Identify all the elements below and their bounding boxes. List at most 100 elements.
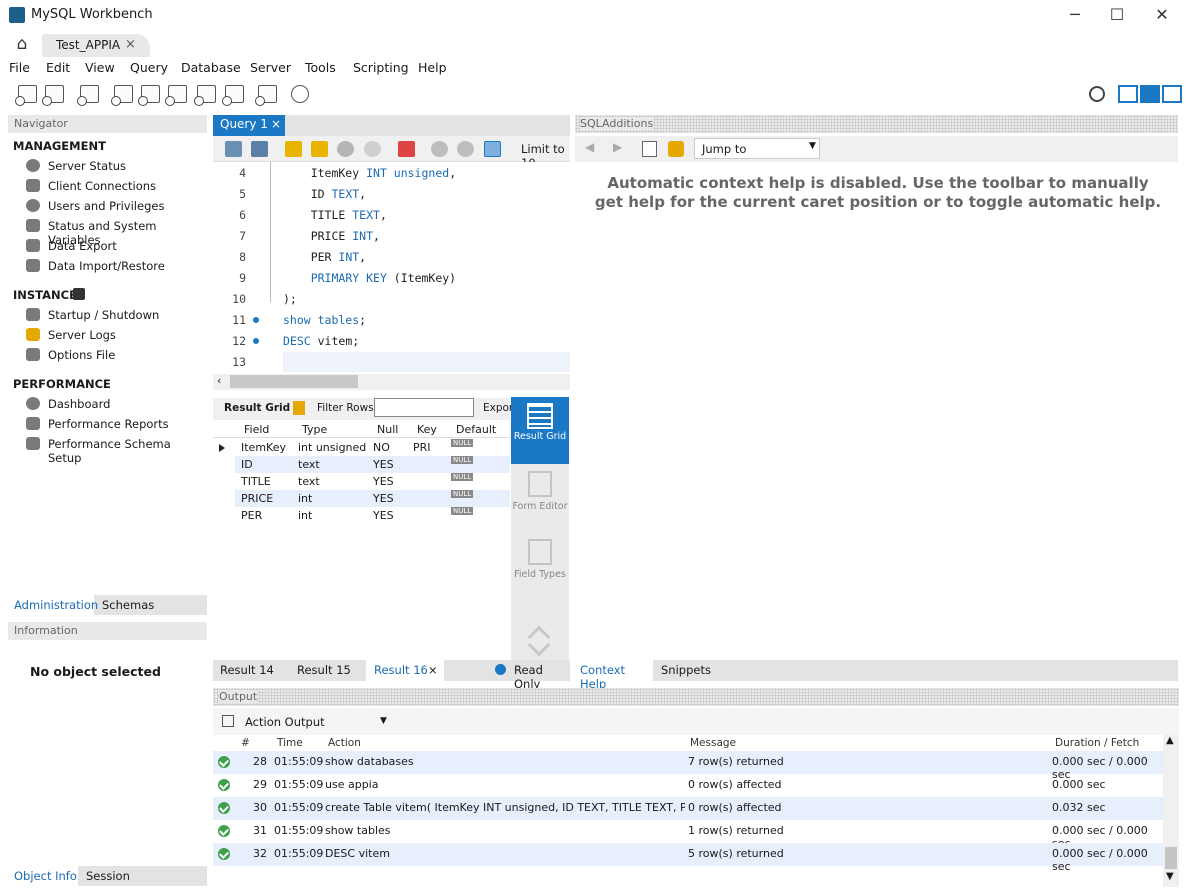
cell-field[interactable]: TITLE — [241, 475, 271, 488]
output-col-number[interactable]: # — [241, 737, 250, 749]
reconnect-icon[interactable] — [291, 85, 309, 103]
cell-key[interactable]: PRI — [413, 441, 431, 454]
output-type-select[interactable]: Action Output ▼ — [241, 712, 389, 732]
close-window-button[interactable]: ✕ — [1139, 0, 1185, 32]
manual-help-icon[interactable] — [642, 141, 657, 157]
stop-icon[interactable] — [364, 141, 381, 157]
close-result-tab-icon[interactable]: × — [428, 663, 438, 677]
cell-null[interactable]: YES — [373, 458, 394, 471]
inspector-icon[interactable] — [77, 85, 99, 106]
create-function-icon[interactable] — [222, 85, 244, 106]
menu-edit[interactable]: Edit — [46, 60, 70, 75]
jump-to-select[interactable]: Jump to ▼ — [694, 138, 820, 159]
tab-result-15[interactable]: Result 15 — [297, 663, 351, 677]
explain-icon[interactable] — [337, 141, 354, 157]
execute-icon[interactable] — [285, 141, 302, 157]
export-button[interactable]: Expor — [483, 402, 513, 414]
cell-default-null[interactable]: NULL — [451, 456, 474, 464]
home-tab-icon[interactable]: ⌂ — [6, 32, 38, 57]
menu-tools[interactable]: Tools — [305, 60, 336, 75]
cell-type[interactable]: text — [298, 458, 320, 471]
cell-field[interactable]: ID — [241, 458, 253, 471]
output-col-duration[interactable]: Duration / Fetch — [1055, 737, 1139, 749]
query-tab[interactable]: Query 1 × — [213, 115, 285, 136]
back-arrow-icon[interactable]: ◀ — [585, 140, 594, 154]
cell-default-null[interactable]: NULL — [451, 507, 474, 515]
cell-null[interactable]: NO — [373, 441, 390, 454]
nav-performance-reports[interactable]: Performance Reports — [48, 417, 169, 431]
output-col-action[interactable]: Action — [328, 737, 361, 749]
output-row[interactable]: 30 01:55:09 create Table vitem( ItemKey … — [213, 797, 1163, 820]
connection-tab[interactable]: Test_APPIA × — [42, 34, 150, 57]
cell-type[interactable]: int — [298, 492, 312, 505]
output-vertical-scrollbar[interactable]: ▲ ▼ — [1163, 735, 1179, 887]
cell-default-null[interactable]: NULL — [451, 439, 474, 447]
toggle-error-icon[interactable] — [398, 141, 415, 157]
menu-scripting[interactable]: Scripting — [353, 60, 409, 75]
toggle-output-icon[interactable] — [1140, 85, 1160, 103]
form-editor-view-button[interactable]: Form Editor — [511, 469, 569, 529]
cell-null[interactable]: YES — [373, 492, 394, 505]
cell-null[interactable]: YES — [373, 475, 394, 488]
tab-snippets[interactable]: Snippets — [661, 663, 711, 677]
autocommit-icon[interactable] — [484, 141, 501, 157]
output-row[interactable]: 31 01:55:09 show tables 1 row(s) returne… — [213, 820, 1163, 850]
tab-context-help[interactable]: Context Help — [575, 660, 653, 691]
open-file-icon[interactable] — [225, 141, 242, 157]
menu-file[interactable]: File — [9, 60, 30, 75]
output-row[interactable]: 28 01:55:09 show databases 7 row(s) retu… — [213, 751, 1163, 781]
cell-null[interactable]: YES — [373, 509, 394, 522]
table-row[interactable]: PER int YES NULL — [235, 507, 510, 524]
settings-gear-icon[interactable] — [1089, 86, 1105, 102]
create-procedure-icon[interactable] — [194, 85, 216, 106]
tab-result-16[interactable]: Result 16 × — [366, 660, 444, 681]
scrollbar-thumb[interactable] — [230, 375, 358, 388]
create-view-icon[interactable] — [165, 85, 187, 106]
nav-client-connections[interactable]: Client Connections — [48, 179, 156, 193]
commit-icon[interactable] — [431, 141, 448, 157]
field-types-view-button[interactable]: Field Types — [511, 537, 569, 597]
column-header-key[interactable]: Key — [417, 423, 437, 436]
tab-schemas[interactable]: Schemas — [102, 598, 154, 612]
toggle-secondary-sidebar-icon[interactable] — [1162, 85, 1182, 103]
minimize-button[interactable]: ─ — [1052, 0, 1098, 32]
menu-view[interactable]: View — [85, 60, 115, 75]
scrollbar-thumb[interactable] — [1165, 847, 1177, 869]
cell-field[interactable]: PRICE — [241, 492, 273, 505]
save-icon[interactable] — [251, 141, 268, 157]
result-grid-view-button[interactable]: Result Grid — [511, 397, 569, 464]
nav-startup-shutdown[interactable]: Startup / Shutdown — [48, 308, 159, 322]
filter-rows-input[interactable] — [374, 398, 474, 417]
open-sql-script-icon[interactable] — [42, 85, 64, 106]
tab-result-14[interactable]: Result 14 — [220, 663, 274, 677]
close-tab-icon[interactable]: × — [125, 37, 136, 52]
result-grid[interactable]: Field Type Null Key Default ItemKey int … — [213, 420, 510, 659]
cell-field[interactable]: ItemKey — [241, 441, 286, 454]
auto-help-toggle-icon[interactable] — [668, 141, 684, 157]
create-table-icon[interactable] — [138, 85, 160, 106]
tab-administration[interactable]: Administration — [8, 595, 98, 615]
sql-editor[interactable] — [213, 162, 570, 374]
cell-type[interactable]: int — [298, 509, 312, 522]
cell-field[interactable]: PER — [241, 509, 262, 522]
cell-type[interactable]: text — [298, 475, 320, 488]
execute-current-icon[interactable] — [311, 141, 328, 157]
forward-arrow-icon[interactable]: ▶ — [613, 140, 622, 154]
output-row[interactable]: 29 01:55:09 use appia 0 row(s) affected … — [213, 774, 1163, 797]
table-row[interactable]: ItemKey int unsigned NO PRI NULL — [235, 439, 510, 456]
scroll-down-icon[interactable]: ▼ — [1166, 871, 1174, 882]
scroll-left-icon[interactable]: ‹ — [217, 374, 221, 387]
nav-dashboard[interactable]: Dashboard — [48, 397, 110, 411]
toggle-sidebar-icon[interactable] — [1118, 85, 1138, 103]
copy-icon[interactable] — [222, 715, 234, 727]
search-table-data-icon[interactable] — [255, 85, 277, 106]
menu-server[interactable]: Server — [250, 60, 291, 75]
grid-layout-icon[interactable] — [293, 401, 305, 415]
cell-type[interactable]: int unsigned — [298, 441, 366, 454]
nav-options-file[interactable]: Options File — [48, 348, 115, 362]
menu-help[interactable]: Help — [418, 60, 447, 75]
nav-users-privileges[interactable]: Users and Privileges — [48, 199, 164, 213]
tab-object-info[interactable]: Object Info — [8, 866, 78, 886]
maximize-button[interactable]: ☐ — [1094, 0, 1140, 32]
cell-default-null[interactable]: NULL — [451, 490, 474, 498]
